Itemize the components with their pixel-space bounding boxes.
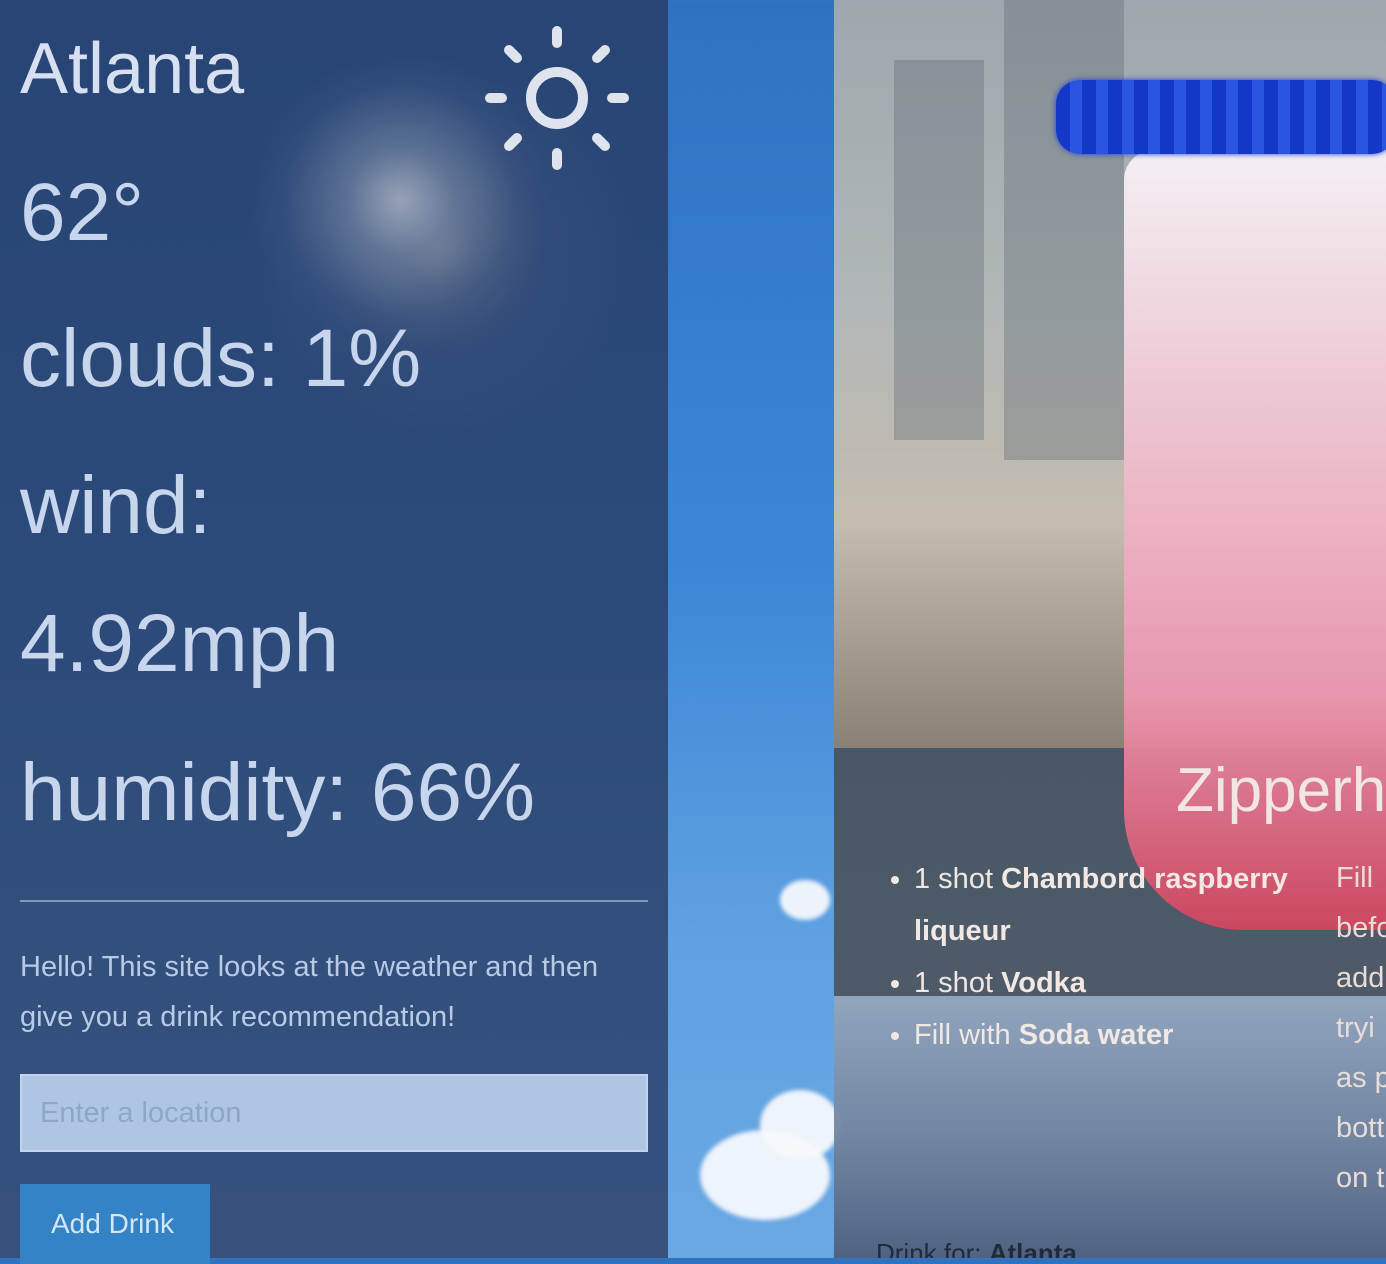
- drink-for-caption: Drink for: Atlanta: [876, 1238, 1077, 1258]
- ingredient-amount: Fill with: [914, 1019, 1011, 1051]
- photo-background-building: [1004, 0, 1124, 460]
- instructions-text: Fill befo add tryi as p bott on t: [1336, 853, 1386, 1203]
- instructions-line: Fill: [1336, 862, 1374, 894]
- photo-background-building: [894, 60, 984, 440]
- ingredient-amount: 1 shot: [914, 967, 993, 999]
- add-drink-button[interactable]: Add Drink: [20, 1184, 210, 1264]
- instructions-line: as p: [1336, 1062, 1386, 1094]
- list-item: 1 shot Vodka: [914, 957, 1374, 1009]
- sun-icon: [485, 26, 629, 170]
- drink-for-city: Atlanta: [988, 1238, 1077, 1258]
- drink-title: Zipperh: [1176, 756, 1386, 825]
- instructions-line: befo: [1336, 912, 1386, 944]
- cloud-cover: clouds: 1%: [20, 313, 422, 404]
- humidity: humidity: 66%: [20, 747, 536, 838]
- drink-card: Zipperh 1 shot Chambord raspberry liqueu…: [834, 0, 1386, 1258]
- ingredient-name: Vodka: [1001, 967, 1086, 999]
- ingredient-list: 1 shot Chambord raspberry liqueur 1 shot…: [876, 853, 1374, 1061]
- list-item: 1 shot Chambord raspberry liqueur: [914, 853, 1374, 957]
- cloud-decoration: [760, 1090, 840, 1160]
- ingredient-amount: 1 shot: [914, 863, 993, 895]
- intro-text: Hello! This site looks at the weather an…: [20, 951, 599, 1033]
- list-item: Fill with Soda water: [914, 1009, 1374, 1061]
- ingredient-name: Soda water: [1018, 1019, 1174, 1051]
- wind-label: wind:: [20, 460, 212, 551]
- drink-for-label: Drink for:: [876, 1238, 982, 1258]
- weather-panel: Atlanta 62° clouds: 1% wind: 4.92mph hum…: [0, 0, 668, 1264]
- rock-candy-garnish-image: [1056, 80, 1386, 154]
- divider: [20, 900, 648, 902]
- instructions-line: on t: [1336, 1162, 1385, 1194]
- temperature: 62°: [20, 167, 145, 258]
- wind-speed: 4.92mph: [20, 598, 340, 689]
- cloud-decoration: [780, 880, 830, 920]
- instructions-line: tryi: [1336, 1012, 1375, 1044]
- location-input[interactable]: [20, 1074, 648, 1152]
- city-name: Atlanta: [20, 29, 245, 109]
- instructions-line: add: [1336, 962, 1385, 994]
- instructions-line: bott: [1336, 1112, 1385, 1144]
